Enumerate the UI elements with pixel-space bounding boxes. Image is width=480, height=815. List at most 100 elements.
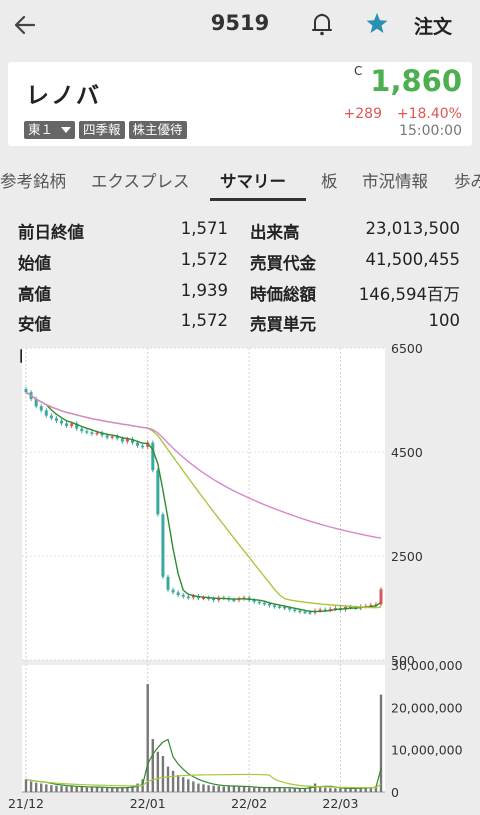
volume-bar — [334, 788, 337, 792]
volume-bar — [146, 684, 149, 792]
candle — [90, 432, 94, 434]
volume-bar — [202, 784, 205, 792]
candle — [39, 406, 43, 411]
candle — [65, 423, 69, 426]
candle — [283, 606, 287, 609]
volume-bar — [227, 785, 231, 792]
volume-bar — [60, 786, 63, 792]
shikiho-tag[interactable]: 四季報 — [79, 121, 125, 139]
volume-tick-label: 0 — [391, 785, 399, 800]
tab-summary[interactable]: サマリー — [220, 168, 286, 192]
volume-bar — [187, 779, 190, 792]
market-dropdown[interactable]: 東１ — [24, 121, 76, 139]
stat-value: 100 — [428, 311, 461, 330]
volume-bar — [166, 766, 170, 792]
tab-trade-history[interactable]: 歩み — [454, 168, 480, 192]
volume-bar — [318, 786, 322, 792]
tab-market-info[interactable]: 市況情報 — [362, 168, 428, 192]
volume-bar — [116, 787, 119, 792]
volume-bar — [212, 785, 215, 792]
candle — [161, 514, 165, 577]
candle — [151, 442, 155, 471]
volume-tick-label: 10,000,000 — [391, 743, 463, 758]
candle — [85, 431, 89, 433]
stat-label: 売買代金 — [250, 254, 316, 273]
volume-bar — [90, 786, 94, 792]
x-tick-label: 22/02 — [231, 796, 267, 811]
volume-bar — [313, 783, 317, 792]
stat-value: 23,013,500 — [365, 219, 460, 238]
volume-bar — [40, 783, 43, 792]
volume-bar — [75, 786, 78, 792]
top-bar: 9519 注文 — [0, 0, 480, 50]
volume-bar — [349, 788, 352, 792]
stat-label: 出来高 — [250, 223, 300, 242]
volume-bar — [70, 786, 73, 792]
volume-bar — [24, 779, 28, 792]
candle — [267, 603, 271, 606]
volume-bar — [156, 751, 160, 792]
order-button[interactable]: 注文 — [414, 12, 452, 39]
stat-value: 1,571 — [180, 219, 228, 238]
stat-label: 売買単元 — [250, 315, 316, 334]
price-change: +289 — [343, 106, 382, 122]
volume-bar — [151, 739, 154, 792]
tag-row: 東１ 四季報 株主優待 — [24, 121, 187, 139]
candle — [70, 423, 74, 426]
candle — [176, 592, 180, 595]
volume-bar — [222, 786, 225, 792]
price-pane — [22, 348, 385, 660]
tab-order-book[interactable]: 板 — [321, 168, 338, 192]
candle — [24, 389, 28, 393]
volume-bar — [161, 756, 165, 792]
x-tick-label: 21/12 — [8, 796, 44, 811]
volume-bar — [105, 787, 109, 792]
stat-label: 高値 — [18, 285, 51, 304]
volume-bar — [324, 787, 327, 792]
stock-code: 9519 — [210, 11, 270, 35]
volume-bar — [85, 787, 89, 792]
volume-bar — [278, 787, 281, 792]
daily-chart[interactable]: 65004500250050030,000,00020,000,00010,00… — [0, 340, 480, 815]
candle — [80, 428, 84, 432]
candle — [120, 438, 124, 442]
candle — [186, 596, 190, 599]
volume-bar — [288, 788, 291, 792]
volume-bar — [217, 786, 220, 792]
volume-bar — [379, 694, 383, 792]
candle — [273, 605, 276, 607]
volume-bar — [247, 787, 251, 792]
volume-bar — [100, 787, 104, 792]
candle — [288, 608, 292, 610]
volume-bar — [232, 786, 236, 792]
volume-bar — [45, 784, 48, 792]
volume-bar — [258, 787, 261, 792]
shareholder-benefit-tag[interactable]: 株主優待 — [128, 121, 187, 139]
volume-bar — [34, 782, 38, 792]
volume-bar — [192, 781, 195, 792]
volume-bar — [339, 788, 342, 792]
candle — [105, 435, 109, 438]
volume-bar — [283, 788, 286, 792]
stat-label: 前日終値 — [18, 223, 84, 242]
volume-bar — [176, 775, 180, 792]
candle — [54, 418, 58, 421]
volume-bar — [237, 786, 241, 792]
candle — [308, 612, 312, 614]
candle — [136, 442, 140, 446]
stat-label: 安値 — [18, 315, 51, 334]
quote-time: 15:00:00 — [399, 123, 462, 139]
x-tick-label: 22/03 — [322, 796, 358, 811]
volume-tick-label: 30,000,000 — [391, 658, 463, 673]
volume-bar — [111, 788, 114, 792]
price-change-percent: +18.40% — [396, 106, 462, 122]
tab-express[interactable]: エクスプレス — [91, 168, 190, 192]
volume-bar — [136, 783, 139, 792]
bell-icon[interactable] — [308, 10, 336, 38]
candle — [293, 609, 297, 612]
star-icon[interactable] — [363, 10, 391, 38]
volume-bar — [263, 788, 266, 792]
dropdown-arrow-icon — [61, 127, 72, 133]
candle — [298, 610, 302, 613]
tab-related-stocks[interactable]: 参考銘柄 — [0, 168, 66, 192]
